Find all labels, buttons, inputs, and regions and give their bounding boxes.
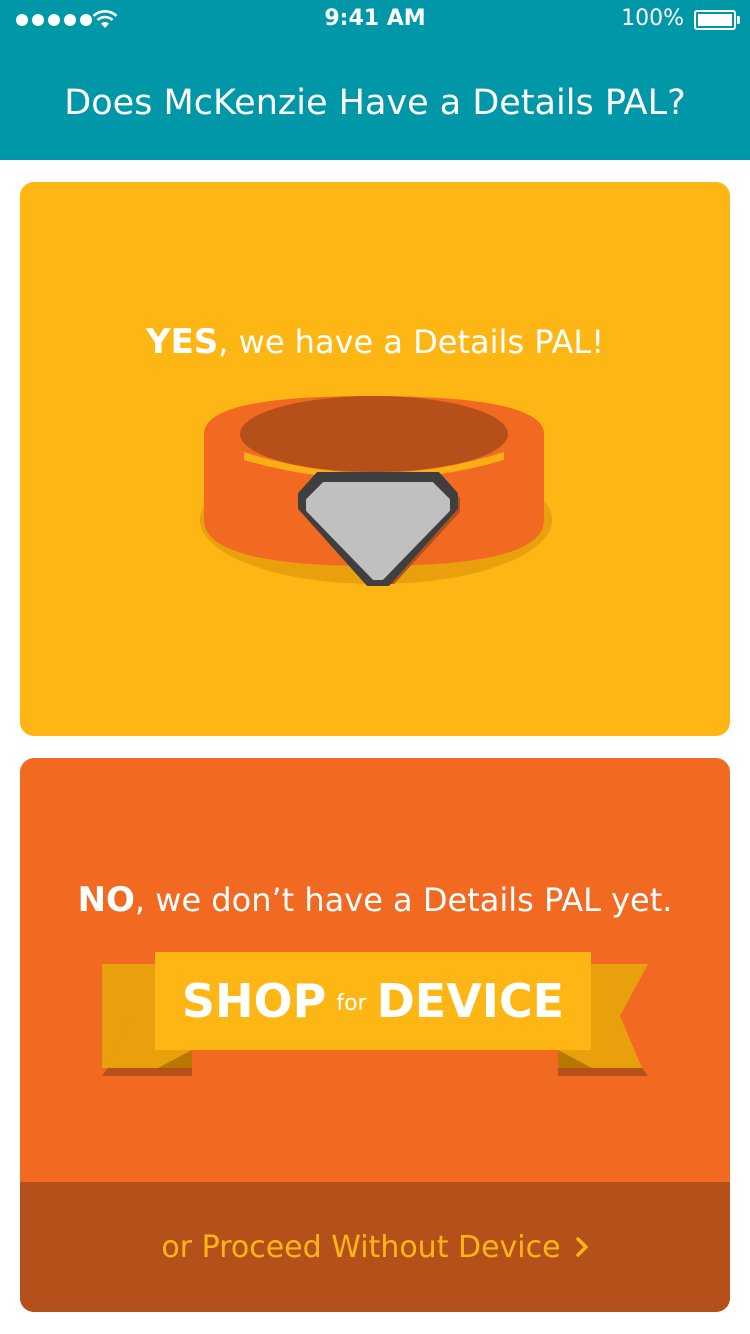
chevron-right-icon	[575, 1237, 588, 1257]
yes-strong-text: YES	[145, 322, 219, 362]
no-option-card: NO, we don’t have a Details PAL yet. SHO…	[20, 758, 730, 1312]
for-word: for	[336, 990, 367, 1016]
no-strong-text: NO	[77, 880, 135, 920]
yes-option-card[interactable]: YES, we have a Details PAL!	[20, 182, 730, 736]
no-headline: NO, we don’t have a Details PAL yet.	[20, 880, 730, 920]
device-word: DEVICE	[376, 974, 565, 1028]
no-rest-text: , we don’t have a Details PAL yet.	[134, 881, 673, 919]
status-bar: 9:41 AM 100%	[0, 0, 750, 40]
page-title: Does McKenzie Have a Details PAL?	[64, 83, 686, 123]
proceed-label: or Proceed Without Device	[161, 1229, 561, 1265]
battery-percentage: 100%	[621, 6, 684, 31]
shop-word: SHOP	[181, 974, 327, 1028]
battery-icon	[694, 10, 740, 30]
wristband-device-icon	[200, 396, 552, 586]
yes-headline: YES, we have a Details PAL!	[20, 322, 730, 362]
shop-for-device-button[interactable]: SHOP for DEVICE	[155, 952, 591, 1050]
proceed-without-device-button[interactable]: or Proceed Without Device	[20, 1182, 730, 1312]
yes-rest-text: , we have a Details PAL!	[218, 323, 605, 361]
app-header: 9:41 AM 100% Does McKenzie Have a Detail…	[0, 0, 750, 160]
